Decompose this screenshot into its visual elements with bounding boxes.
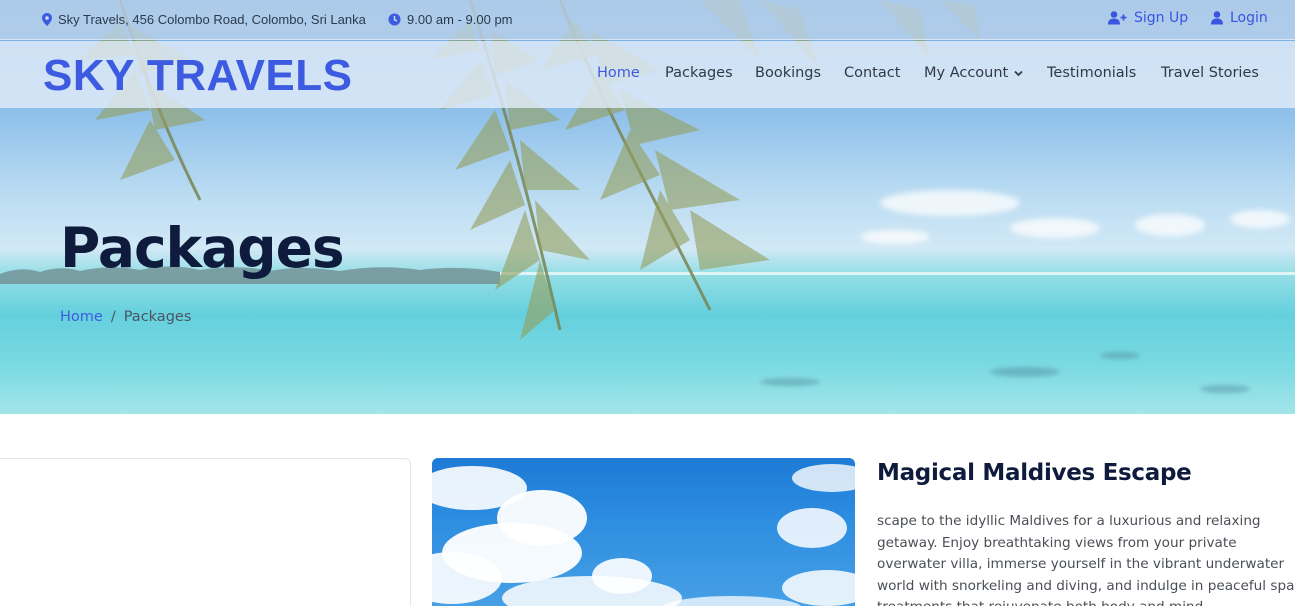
clock-icon [388,13,401,26]
page-title: Packages [60,216,345,280]
breadcrumb-separator: / [110,309,116,325]
nav-bookings[interactable]: Bookings [755,65,821,81]
map-pin-icon [42,13,52,26]
nav-packages[interactable]: Packages [665,65,733,81]
signup-label[interactable]: Sign Up [1134,10,1188,26]
breadcrumb-current: Packages [123,309,192,325]
main-navbar: SKY TRAVELS Home Packages Bookings Conta… [0,41,1295,108]
brand-logo[interactable]: SKY TRAVELS [43,51,352,101]
login-label[interactable]: Login [1230,10,1268,26]
package-photo-clouds [432,464,855,606]
nav-home[interactable]: Home [597,65,640,81]
nav-contact[interactable]: Contact [844,65,900,81]
login-link[interactable]: Login [1211,10,1268,26]
nav-testimonials[interactable]: Testimonials [1047,65,1136,81]
chevron-down-icon [1014,70,1023,76]
top-info-bar: Sky Travels, 456 Colombo Road, Colombo, … [0,0,1295,40]
package-description: scape to the idyllic Maldives for a luxu… [877,513,1295,606]
signup-link[interactable]: Sign Up [1108,10,1188,26]
nav-my-account-label: My Account [924,65,1009,81]
user-icon [1211,11,1223,25]
address-info: Sky Travels, 456 Colombo Road, Colombo, … [42,12,366,27]
address-text: Sky Travels, 456 Colombo Road, Colombo, … [58,12,366,27]
hours-text: 9.00 am - 9.00 pm [407,12,513,27]
user-plus-icon [1108,11,1127,25]
nav-travel-stories[interactable]: Travel Stories [1161,65,1259,81]
nav-my-account[interactable]: My Account [924,65,1023,81]
breadcrumb-home[interactable]: Home [60,309,103,325]
sidebar-card [0,458,411,606]
package-title[interactable]: Magical Maldives Escape [877,460,1192,486]
breadcrumb: Home / Packages [60,309,191,325]
package-image[interactable] [432,458,855,606]
hours-info: 9.00 am - 9.00 pm [388,12,513,27]
